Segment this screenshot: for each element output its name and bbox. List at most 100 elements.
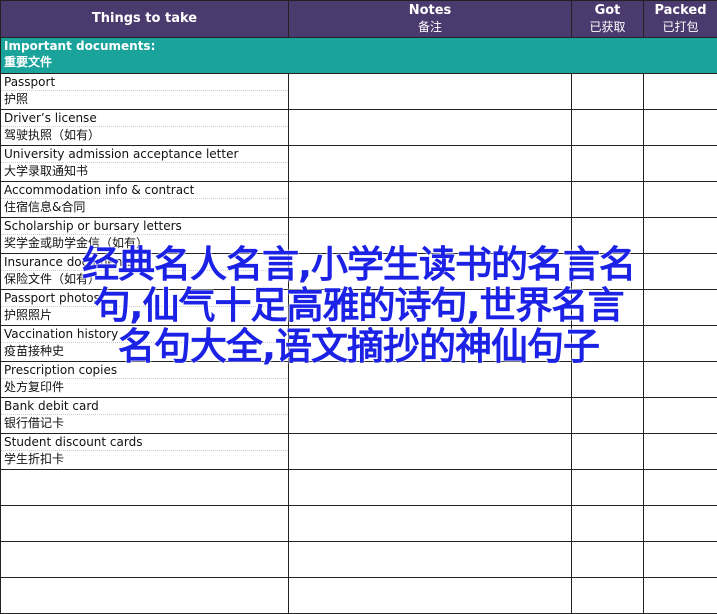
item-name-cell[interactable]: Bank debit card 银行借记卡 [0, 397, 289, 434]
got-cell[interactable] [571, 361, 644, 398]
item-name-zh: 住宿信息&合同 [4, 200, 86, 214]
notes-cell[interactable] [288, 469, 572, 506]
packed-cell[interactable] [643, 325, 717, 362]
packed-cell[interactable] [643, 397, 717, 434]
item-name-en: Driver’s license [1, 110, 288, 127]
notes-cell[interactable] [288, 109, 572, 146]
packed-cell[interactable] [643, 505, 717, 542]
item-name-cell[interactable]: Student discount cards 学生折扣卡 [0, 433, 289, 470]
item-name-cell[interactable]: Passport photos 护照照片 [0, 289, 289, 326]
item-name-en: University admission acceptance letter [1, 146, 288, 163]
item-name-zh: 驾驶执照（如有） [4, 128, 101, 142]
got-cell[interactable] [571, 397, 644, 434]
got-cell[interactable] [571, 433, 644, 470]
packed-cell[interactable] [643, 433, 717, 470]
item-row: Passport 护照 [0, 73, 717, 110]
item-name-en: Scholarship or bursary letters [1, 218, 288, 235]
packed-cell[interactable] [643, 469, 717, 506]
item-name-zh: 处方复印件 [4, 380, 65, 394]
packed-cell[interactable] [643, 289, 717, 326]
item-name-zh: 保险文件（如有） [4, 272, 101, 286]
section-title: Important documents: 重要文件 [0, 37, 717, 74]
item-name-cell[interactable]: Driver’s license 驾驶执照（如有） [0, 109, 289, 146]
item-name-en: Insurance documents [1, 254, 288, 271]
packed-cell[interactable] [643, 145, 717, 182]
item-row: Prescription copies 处方复印件 [0, 361, 717, 398]
notes-cell[interactable] [288, 361, 572, 398]
got-cell[interactable] [571, 469, 644, 506]
item-row: Driver’s license 驾驶执照（如有） [0, 109, 717, 146]
notes-cell[interactable] [288, 253, 572, 290]
item-name-zh: 奖学金或助学金信（如有） [4, 236, 149, 250]
item-row: Scholarship or bursary letters 奖学金或助学金信（如… [0, 217, 717, 254]
section-row-important-documents: Important documents: 重要文件 [0, 37, 717, 74]
got-cell[interactable] [571, 145, 644, 182]
packed-cell[interactable] [643, 253, 717, 290]
header-things-to-take: Things to take [0, 0, 289, 38]
packed-cell[interactable] [643, 361, 717, 398]
item-row: Accommodation info & contract 住宿信息&合同 [0, 181, 717, 218]
item-name-cell[interactable]: Scholarship or bursary letters 奖学金或助学金信（如… [0, 217, 289, 254]
section-title-en: Important documents: [4, 39, 156, 53]
item-name-en: Prescription copies [1, 362, 288, 379]
got-cell[interactable] [571, 577, 644, 614]
header-packed: Packed 已打包 [643, 0, 717, 38]
packed-cell[interactable] [643, 577, 717, 614]
header-row: Things to take Notes 备注 Got 已获取 Packed 已打包 [0, 0, 717, 38]
item-name-cell[interactable]: Insurance documents 保险文件（如有） [0, 253, 289, 290]
item-name-zh: 疫苗接种史 [4, 344, 65, 358]
item-name-cell[interactable]: University admission acceptance letter 大学… [0, 145, 289, 182]
item-name-zh: 护照照片 [4, 308, 53, 322]
notes-cell[interactable] [288, 541, 572, 578]
item-name-en: Student discount cards [1, 434, 288, 451]
packed-cell[interactable] [643, 217, 717, 254]
item-name-zh: 护照 [4, 92, 29, 106]
header-notes: Notes 备注 [288, 0, 572, 38]
notes-cell[interactable] [288, 181, 572, 218]
notes-cell[interactable] [288, 145, 572, 182]
item-name-cell[interactable]: Passport 护照 [0, 73, 289, 110]
empty-row [0, 577, 717, 614]
notes-cell[interactable] [288, 505, 572, 542]
notes-cell[interactable] [288, 577, 572, 614]
item-name-cell[interactable]: Vaccination history 疫苗接种史 [0, 325, 289, 362]
item-name-en: Accommodation info & contract [1, 182, 288, 199]
section-title-zh: 重要文件 [4, 55, 53, 69]
got-cell[interactable] [571, 181, 644, 218]
item-row: Passport photos 护照照片 [0, 289, 717, 326]
item-name-cell[interactable] [0, 541, 289, 578]
notes-cell[interactable] [288, 433, 572, 470]
item-name-zh: 学生折扣卡 [4, 452, 65, 466]
packed-cell[interactable] [643, 541, 717, 578]
item-row: Vaccination history 疫苗接种史 [0, 325, 717, 362]
notes-cell[interactable] [288, 397, 572, 434]
notes-cell[interactable] [288, 325, 572, 362]
empty-row [0, 505, 717, 542]
notes-cell[interactable] [288, 217, 572, 254]
item-name-cell[interactable]: Accommodation info & contract 住宿信息&合同 [0, 181, 289, 218]
item-name-en: Passport photos [1, 290, 288, 307]
got-cell[interactable] [571, 217, 644, 254]
got-cell[interactable] [571, 73, 644, 110]
notes-cell[interactable] [288, 289, 572, 326]
packed-cell[interactable] [643, 109, 717, 146]
item-name-cell[interactable] [0, 505, 289, 542]
item-row: Student discount cards 学生折扣卡 [0, 433, 717, 470]
got-cell[interactable] [571, 253, 644, 290]
packed-cell[interactable] [643, 181, 717, 218]
got-cell[interactable] [571, 289, 644, 326]
item-name-cell[interactable] [0, 469, 289, 506]
item-name-en: Vaccination history [1, 326, 288, 343]
got-cell[interactable] [571, 505, 644, 542]
got-cell[interactable] [571, 109, 644, 146]
notes-cell[interactable] [288, 73, 572, 110]
got-cell[interactable] [571, 325, 644, 362]
item-name-en: Bank debit card [1, 398, 288, 415]
got-cell[interactable] [571, 541, 644, 578]
item-name-cell[interactable] [0, 577, 289, 614]
item-name-cell[interactable]: Prescription copies 处方复印件 [0, 361, 289, 398]
item-row: Bank debit card 银行借记卡 [0, 397, 717, 434]
item-name-zh: 大学录取通知书 [4, 164, 89, 178]
item-name-en: Passport [1, 74, 288, 91]
packed-cell[interactable] [643, 73, 717, 110]
